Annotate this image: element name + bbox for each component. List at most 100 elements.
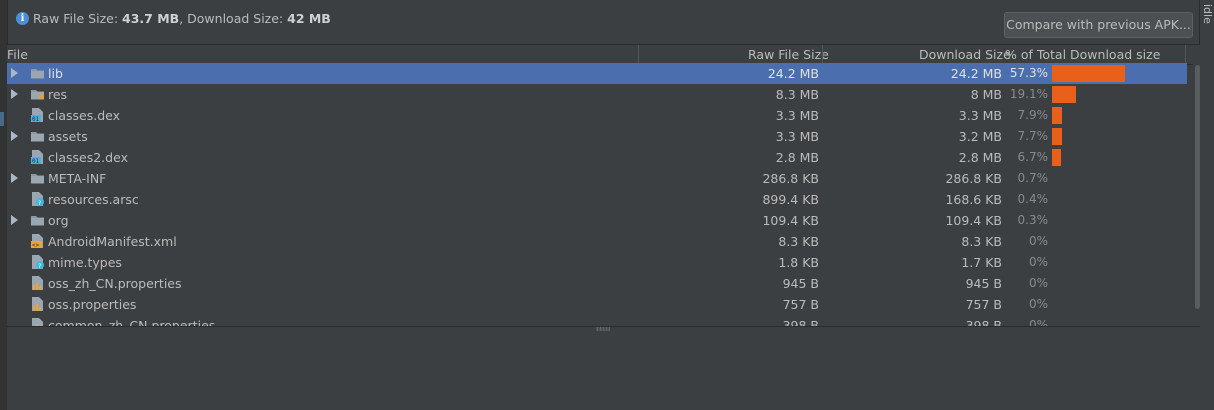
folder-icon <box>30 171 45 185</box>
svg-text:01: 01 <box>32 158 40 164</box>
summary-separator: , <box>179 11 184 26</box>
properties-file-icon <box>30 297 45 311</box>
raw-file-size: 945 B <box>782 276 819 291</box>
download-size: 3.2 MB <box>958 129 1002 144</box>
file-name: AndroidManifest.xml <box>48 234 177 249</box>
resource-folder-icon <box>30 87 45 101</box>
file-name: lib <box>48 66 63 81</box>
folder-icon <box>30 66 45 80</box>
svg-text:<>: <> <box>32 242 40 248</box>
download-size: 24.2 MB <box>950 66 1002 81</box>
download-percent: 0% <box>1028 234 1048 248</box>
download-percent: 7.7% <box>1017 129 1049 143</box>
file-name: oss.properties <box>48 297 137 312</box>
column-header-raw-size[interactable]: Raw File Size <box>748 47 829 62</box>
file-name: mime.types <box>48 255 122 270</box>
table-row[interactable]: org 109.4 KB 109.4 KB 0.3% <box>7 210 1187 231</box>
svg-text:01: 01 <box>32 116 40 122</box>
expand-arrow-icon[interactable] <box>11 89 18 99</box>
table-row[interactable]: META-INF 286.8 KB 286.8 KB 0.7% <box>7 168 1187 189</box>
raw-file-size: 757 B <box>782 297 819 312</box>
download-percent: 0.4% <box>1017 192 1049 206</box>
table-row[interactable]: 01 classes2.dex 2.8 MB 2.8 MB 6.7% <box>7 147 1187 168</box>
raw-file-size: 3.3 MB <box>775 129 819 144</box>
file-name: classes.dex <box>48 108 121 123</box>
table-row[interactable]: oss.properties 757 B 757 B 0% <box>7 294 1187 315</box>
download-percent: 0% <box>1028 255 1048 269</box>
raw-file-size: 398 B <box>782 318 819 326</box>
raw-file-size: 24.2 MB <box>767 66 819 81</box>
folder-icon <box>30 213 45 227</box>
table-body: lib 24.2 MB 24.2 MB 57.3% res 8.3 MB 8 MB 19.1%… <box>7 63 1200 326</box>
raw-size-label: Raw File Size: <box>33 11 119 26</box>
download-size: 286.8 KB <box>945 171 1002 186</box>
column-divider[interactable] <box>1185 45 1186 64</box>
download-size-bar <box>1052 86 1076 103</box>
raw-file-size: 899.4 KB <box>762 192 819 207</box>
table-row[interactable]: ? resources.arsc 899.4 KB 168.6 KB 0.4% <box>7 189 1187 210</box>
dex-file-icon: 01 <box>30 108 45 123</box>
download-size-value: 42 MB <box>287 11 331 26</box>
right-tool-panel[interactable]: idle <box>1199 0 1214 410</box>
raw-file-size: 286.8 KB <box>762 171 819 186</box>
svg-text:?: ? <box>38 262 41 269</box>
details-panel <box>7 332 1200 410</box>
file-name: res <box>48 87 68 102</box>
download-percent: 0% <box>1028 318 1048 326</box>
table-row[interactable]: 01 classes.dex 3.3 MB 3.3 MB 7.9% <box>7 105 1187 126</box>
download-size: 945 B <box>965 276 1002 291</box>
expand-arrow-icon[interactable] <box>11 68 18 78</box>
table-row[interactable]: lib 24.2 MB 24.2 MB 57.3% <box>7 63 1187 84</box>
download-size: 3.3 MB <box>958 108 1002 123</box>
raw-file-size: 1.8 KB <box>778 255 819 270</box>
download-size: 109.4 KB <box>945 213 1002 228</box>
table-row[interactable]: <> AndroidManifest.xml 8.3 KB 8.3 KB 0% <box>7 231 1187 252</box>
right-panel-label: idle <box>1201 4 1214 24</box>
vertical-scrollbar-thumb[interactable] <box>1195 65 1200 309</box>
table-row[interactable]: ? mime.types 1.8 KB 1.7 KB 0% <box>7 252 1187 273</box>
properties-file-icon <box>30 318 45 326</box>
column-header-file[interactable]: File <box>7 47 28 62</box>
left-strip-marker <box>0 112 4 126</box>
unknown-file-icon: ? <box>30 192 45 207</box>
info-icon: i <box>16 12 29 25</box>
download-size: 1.7 KB <box>961 255 1002 270</box>
download-size-bar <box>1052 65 1125 82</box>
file-name: org <box>48 213 69 228</box>
column-divider[interactable] <box>638 45 639 64</box>
apk-summary-header: i Raw File Size: 43.7 MB, Download Size:… <box>7 0 1200 44</box>
raw-file-size: 8.3 KB <box>778 234 819 249</box>
table-header: File Raw File Size Download Size % of To… <box>7 44 1200 65</box>
download-size: 8.3 KB <box>961 234 1002 249</box>
properties-file-icon <box>30 276 45 290</box>
download-size: 8 MB <box>970 87 1002 102</box>
column-divider[interactable] <box>822 45 823 64</box>
column-header-percent[interactable]: % of Total Download size <box>1005 47 1160 62</box>
download-percent: 0% <box>1028 276 1048 290</box>
download-size-bar <box>1052 149 1061 166</box>
folder-icon <box>30 129 45 143</box>
compare-apk-button[interactable]: Compare with previous APK... <box>1004 12 1193 38</box>
dex-file-icon: 01 <box>30 150 45 165</box>
download-percent: 7.9% <box>1017 108 1049 122</box>
raw-file-size: 109.4 KB <box>762 213 819 228</box>
file-name: META-INF <box>48 171 107 186</box>
expand-arrow-icon[interactable] <box>11 173 18 183</box>
column-header-download-size[interactable]: Download Size <box>919 47 1011 62</box>
download-size: 168.6 KB <box>945 192 1002 207</box>
expand-arrow-icon[interactable] <box>11 215 18 225</box>
table-row[interactable]: res 8.3 MB 8 MB 19.1% <box>7 84 1187 105</box>
raw-file-size: 3.3 MB <box>775 108 819 123</box>
table-row[interactable]: assets 3.3 MB 3.2 MB 7.7% <box>7 126 1187 147</box>
download-size: 398 B <box>965 318 1002 326</box>
table-row[interactable]: oss_zh_CN.properties 945 B 945 B 0% <box>7 273 1187 294</box>
download-size-bar <box>1052 107 1062 124</box>
expand-arrow-icon[interactable] <box>11 131 18 141</box>
download-percent: 57.3% <box>1009 66 1048 80</box>
download-percent: 0.3% <box>1017 213 1049 227</box>
download-size-label: Download Size: <box>187 11 284 26</box>
table-row[interactable]: common_zh_CN.properties 398 B 398 B 0% <box>7 315 1187 326</box>
download-size-bar <box>1052 128 1062 145</box>
file-name: common_zh_CN.properties <box>48 318 216 326</box>
splitter-grip-icon[interactable] <box>596 327 610 331</box>
